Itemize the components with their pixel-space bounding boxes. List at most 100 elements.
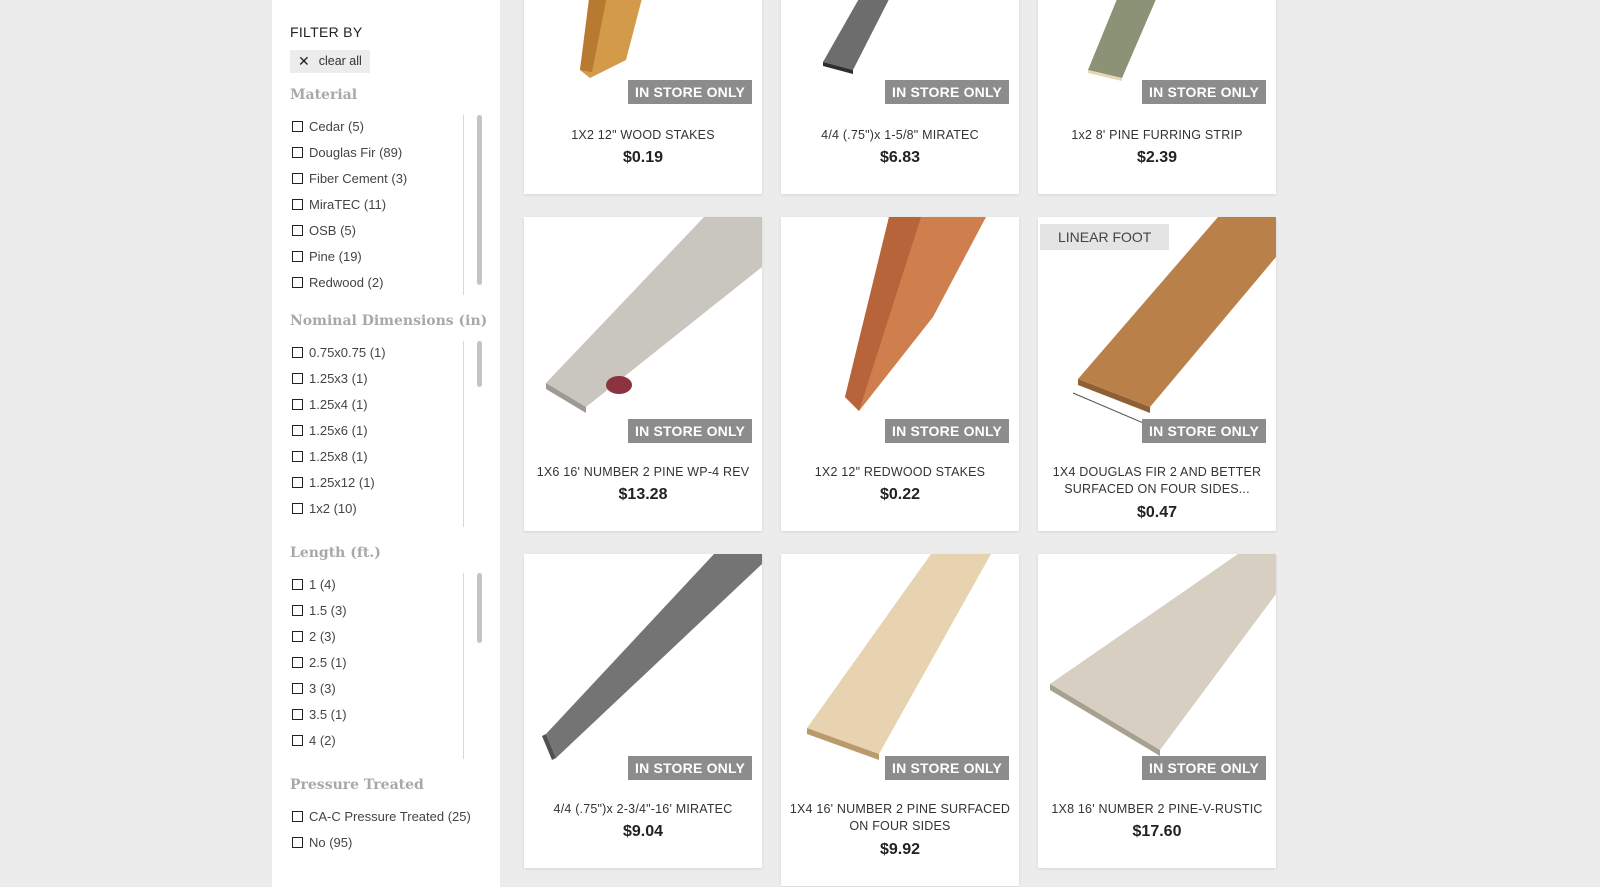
product-card[interactable]: IN STORE ONLY 1X2 12" WOOD STAKES $0.19 [524,0,762,194]
product-title[interactable]: 1X8 16' NUMBER 2 PINE-V-RUSTIC [1038,801,1276,818]
filter-option-partial[interactable] [290,753,482,759]
product-image[interactable]: IN STORE ONLY [524,0,762,110]
checkbox[interactable] [292,682,303,694]
filter-option[interactable]: 1.5 (3) [290,597,482,623]
filter-option[interactable]: 1.25x8 (1) [290,443,482,469]
product-title[interactable]: 1X2 12" REDWOOD STAKES [781,464,1019,481]
checkbox[interactable] [292,424,303,436]
option-label: Douglas Fir (89) [309,144,403,160]
option-label: MiraTEC (11) [309,196,387,212]
product-price: $0.22 [879,486,921,503]
filter-option[interactable]: 1.25x6 (1) [290,417,482,443]
checkbox[interactable] [292,398,303,410]
checkbox[interactable] [292,656,303,668]
checkbox[interactable] [292,836,303,848]
product-card[interactable]: IN STORE ONLY 1X6 16' NUMBER 2 PINE WP-4… [524,217,762,531]
checkbox[interactable] [292,502,303,514]
option-label: 1.5 (3) [309,602,347,618]
product-card[interactable]: IN STORE ONLY 1X8 16' NUMBER 2 PINE-V-RU… [1038,554,1276,868]
checkbox[interactable] [292,450,303,462]
filter-option[interactable]: Douglas Fir (89) [290,139,482,165]
filter-option[interactable]: MiraTEC (11) [290,191,482,217]
filter-option[interactable]: 2 (3) [290,623,482,649]
checkbox[interactable] [292,224,303,236]
checkbox[interactable] [292,578,303,590]
product-title[interactable]: 4/4 (.75")x 2-3/4"-16' MIRATEC [524,801,762,818]
scrollbar-thumb[interactable] [477,341,482,387]
product-title[interactable]: 1X4 DOUGLAS FIR 2 AND BETTER SURFACED ON… [1038,464,1276,498]
checkbox[interactable] [292,276,303,288]
product-title[interactable]: 1X2 12" WOOD STAKES [524,127,762,144]
checkbox[interactable] [292,630,303,642]
clear-all-button[interactable]: ✕ clear all [290,50,370,73]
product-image[interactable]: IN STORE ONLY [781,554,1019,786]
option-label: 4 (2) [309,732,336,748]
product-title[interactable]: 1X6 16' NUMBER 2 PINE WP-4 REV [524,464,762,481]
checkbox[interactable] [292,346,303,358]
filter-option[interactable]: 4 (2) [290,727,482,753]
filter-option-partial[interactable] [290,521,482,527]
filter-option[interactable]: 1.25x4 (1) [290,391,482,417]
filter-option[interactable]: 1 (4) [290,571,482,597]
length-options-list: 1 (4) 1.5 (3) 2 (3) 2.5 (1) 3 (3) 3.5 (1… [290,571,482,759]
checkbox[interactable] [292,146,303,158]
filter-option[interactable]: No (95) [290,829,482,855]
in-store-only-badge: IN STORE ONLY [628,756,752,780]
product-title[interactable]: 4/4 (.75")x 1-5/8" MIRATEC [781,127,1019,144]
scrollbar-thumb[interactable] [477,115,482,285]
option-label: 3 (3) [309,680,336,696]
product-card[interactable]: IN STORE ONLY 1x2 8' PINE FURRING STRIP … [1038,0,1276,194]
filter-option[interactable]: 3 (3) [290,675,482,701]
checkbox[interactable] [292,476,303,488]
filter-option[interactable]: 1x2 (10) [290,495,482,521]
filter-option[interactable]: 2.5 (1) [290,649,482,675]
product-image[interactable]: IN STORE ONLY [781,217,1019,449]
filter-option[interactable]: Redwood (2) [290,269,482,295]
filter-option[interactable]: Cedar (5) [290,113,482,139]
checkbox[interactable] [292,120,303,132]
checkbox[interactable] [292,604,303,616]
scrollbar-track[interactable] [463,341,464,527]
option-label: CA-C Pressure Treated (25) [309,808,471,824]
option-label: Fiber Cement (3) [309,170,408,186]
filter-option[interactable]: 3.5 (1) [290,701,482,727]
product-card[interactable]: IN STORE ONLY 1X2 12" REDWOOD STAKES $0.… [781,217,1019,531]
product-card[interactable]: IN STORE ONLY 4/4 (.75")x 2-3/4"-16' MIR… [524,554,762,868]
filter-option[interactable]: Fiber Cement (3) [290,165,482,191]
checkbox[interactable] [292,810,303,822]
filter-option[interactable]: OSB (5) [290,217,482,243]
filter-option[interactable]: 1.25x12 (1) [290,469,482,495]
product-card[interactable]: IN STORE ONLY 4/4 (.75")x 1-5/8" MIRATEC… [781,0,1019,194]
checkbox[interactable] [292,708,303,720]
in-store-only-badge: IN STORE ONLY [1142,419,1266,443]
product-image[interactable]: IN STORE ONLY [524,554,762,786]
option-label: 0.75x0.75 (1) [309,344,386,360]
checkbox[interactable] [292,250,303,262]
filter-option[interactable]: 0.75x0.75 (1) [290,339,482,365]
filter-option[interactable]: Pine (19) [290,243,482,269]
product-image[interactable]: LINEAR FOOT IN STORE ONLY [1038,217,1276,449]
product-card[interactable]: LINEAR FOOT IN STORE ONLY 1X4 DOUGLAS FI… [1038,217,1276,531]
product-image[interactable]: IN STORE ONLY [524,217,762,449]
filter-option[interactable]: CA-C Pressure Treated (25) [290,803,482,829]
product-image[interactable]: IN STORE ONLY [1038,554,1276,786]
filter-option[interactable]: 1.25x3 (1) [290,365,482,391]
product-card[interactable]: IN STORE ONLY 1X4 16' NUMBER 2 PINE SURF… [781,554,1019,886]
product-image[interactable]: IN STORE ONLY [1038,0,1276,110]
product-title[interactable]: 1x2 8' PINE FURRING STRIP [1038,127,1276,144]
product-title[interactable]: 1X4 16' NUMBER 2 PINE SURFACED ON FOUR S… [781,801,1019,835]
checkbox[interactable] [292,372,303,384]
checkbox[interactable] [292,198,303,210]
product-image[interactable]: IN STORE ONLY [781,0,1019,110]
scrollbar-track[interactable] [463,573,464,759]
clear-all-label: clear all [318,54,362,68]
product-price: $9.92 [879,841,921,858]
scrollbar-track[interactable] [463,115,464,295]
option-label: 1.25x12 (1) [309,474,375,490]
checkbox[interactable] [292,734,303,746]
filter-heading: FILTER BY [290,24,363,40]
in-store-only-badge: IN STORE ONLY [628,419,752,443]
checkbox[interactable] [292,172,303,184]
scrollbar-thumb[interactable] [477,573,482,643]
option-label: 1 (4) [309,576,336,592]
